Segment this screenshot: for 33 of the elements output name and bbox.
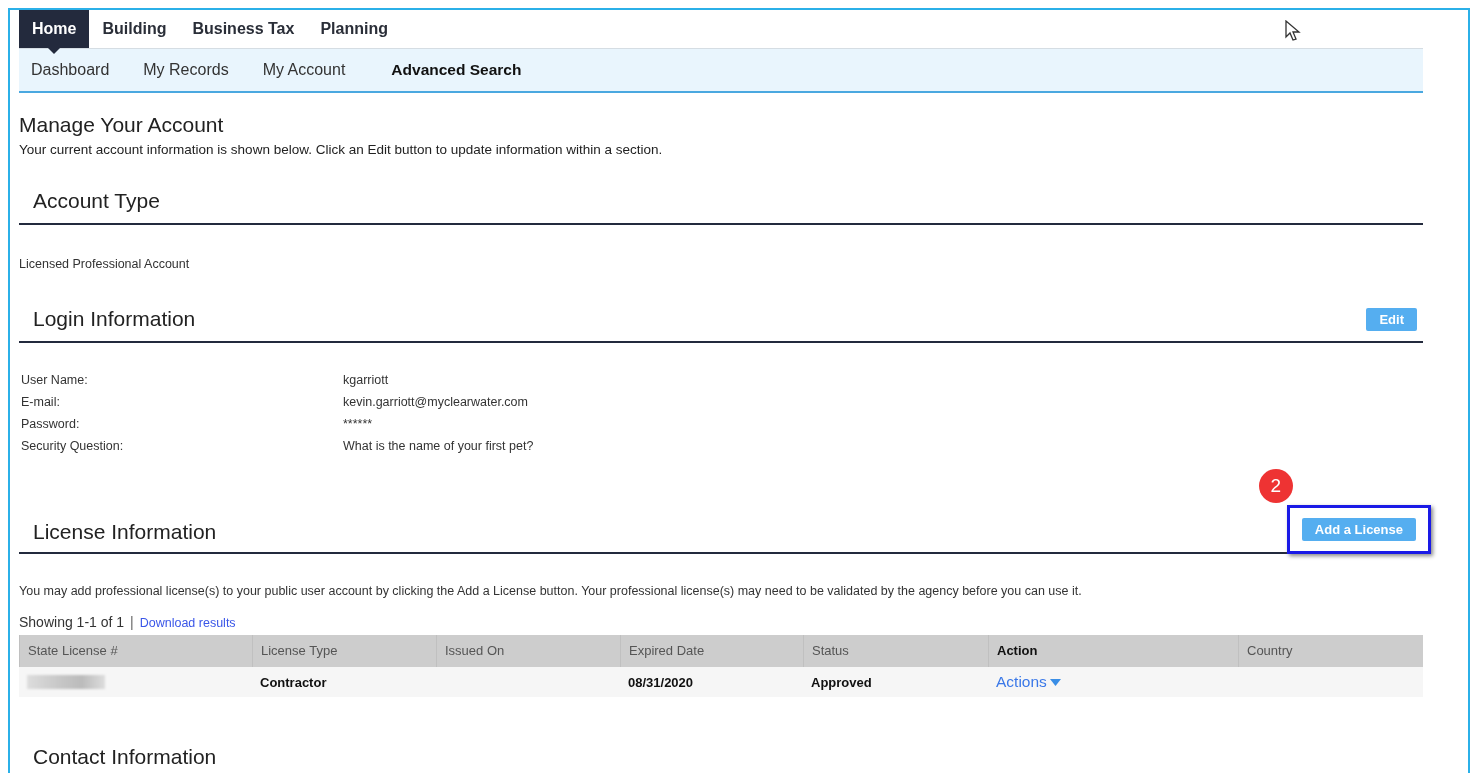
page-intro: Your current account information is shown below. Click an Edit button to update information within a section. <box>19 142 664 157</box>
field-label: Security Question: <box>21 439 125 453</box>
license-intro: You may add professional license(s) to your public user account by clicking the Add a License button. Your professional license(s) may need to be validated by the agency before you can use it. <box>19 584 1083 598</box>
section-heading: Contact Information <box>33 745 217 769</box>
result-count: Showing 1-1 of 1 <box>19 614 125 630</box>
table-cell: Contractor <box>260 674 327 690</box>
section-heading: License Information <box>33 520 217 544</box>
nav-tab[interactable]: Planning <box>307 10 401 48</box>
table-cell: Approved <box>811 674 872 690</box>
field-value: ****** <box>343 417 374 431</box>
account-type-value: Licensed Professional Account <box>19 257 191 271</box>
separator: | <box>130 614 134 630</box>
section-heading: Login Information <box>33 307 196 331</box>
page-title: Manage Your Account <box>19 113 225 137</box>
table-cell: 08/31/2020 <box>628 674 694 690</box>
field-label: User Name: <box>21 373 89 387</box>
cursor-icon <box>1285 20 1301 42</box>
section-heading: Account Type <box>33 189 160 213</box>
field-value: What is the name of your first pet? <box>343 439 535 453</box>
nav-tab[interactable]: Business Tax <box>179 10 308 48</box>
subnav-link[interactable]: Advanced Search <box>391 61 522 79</box>
nav-tab[interactable]: Building <box>89 10 180 48</box>
subnav-link[interactable]: My Account <box>262 61 346 79</box>
download-link[interactable]: Download results <box>139 616 236 630</box>
field-label: E-mail: <box>21 395 61 409</box>
field-label: Password: <box>21 417 81 431</box>
subnav-link[interactable]: My Records <box>143 61 229 79</box>
field-value: kevin.garriott@myclearwater.com <box>343 395 529 409</box>
caret-icon <box>1049 678 1061 686</box>
field-value: kgarriott <box>343 373 390 387</box>
actions-dropdown[interactable]: Actions <box>996 673 1061 691</box>
subnav-link[interactable]: Dashboard <box>31 61 110 79</box>
step-badge: 2 <box>1258 469 1293 503</box>
